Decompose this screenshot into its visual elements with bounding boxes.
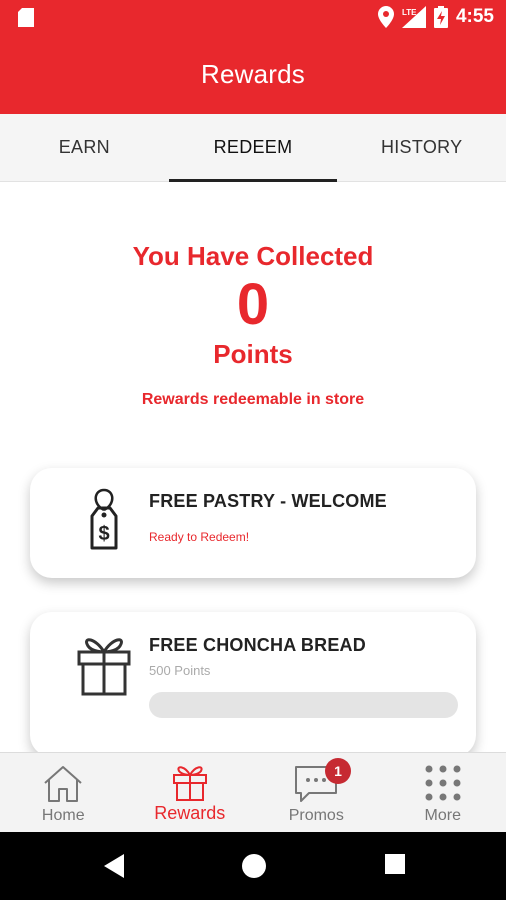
bottom-nav: Home Rewards 1 Promos More xyxy=(0,752,506,832)
redeem-note: Rewards redeemable in store xyxy=(141,391,365,408)
nav-home[interactable]: Home xyxy=(0,753,127,832)
app-bar: Rewards xyxy=(0,34,506,114)
gift-icon xyxy=(77,638,131,696)
nav-promos-label: Promos xyxy=(288,807,344,824)
points-heading: You Have Collected xyxy=(132,241,374,271)
back-icon[interactable] xyxy=(104,854,124,878)
status-clock: 4:55 xyxy=(455,6,494,27)
reward-card-free-pastry[interactable]: $ FREE PASTRY - WELCOME Ready to Redeem! xyxy=(30,468,476,578)
location-pin-icon xyxy=(377,6,394,28)
tab-bar: EARN REDEEM HISTORY xyxy=(0,114,506,182)
reward-title: FREE CHONCHA BREAD xyxy=(149,635,366,655)
tab-earn-label: EARN xyxy=(58,137,110,157)
gift-icon xyxy=(172,766,207,801)
nav-home-label: Home xyxy=(41,807,85,824)
tab-history[interactable]: HISTORY xyxy=(337,114,506,181)
tab-redeem[interactable]: REDEEM xyxy=(168,114,338,182)
reward-progress-bar xyxy=(149,692,458,718)
tab-earn[interactable]: EARN xyxy=(0,114,169,181)
network-type-label: LTE xyxy=(402,8,417,17)
battery-charging-icon xyxy=(433,6,448,28)
points-summary: You Have Collected 0 Points Rewards rede… xyxy=(0,236,506,409)
tab-history-label: HISTORY xyxy=(380,137,463,157)
promos-badge: 1 xyxy=(325,758,351,784)
reward-points-required: 500 Points xyxy=(149,663,211,678)
reward-title: FREE PASTRY - WELCOME xyxy=(149,491,387,511)
recents-icon[interactable] xyxy=(385,854,405,874)
points-count: 0 xyxy=(236,272,270,337)
home-circle-icon[interactable] xyxy=(242,854,266,878)
status-icons: LTE 4:55 xyxy=(377,5,494,29)
price-tag-icon: $ xyxy=(90,488,118,550)
nav-more-label: More xyxy=(424,807,461,824)
grid-dots-icon xyxy=(425,765,461,801)
tab-redeem-label: REDEEM xyxy=(213,137,293,157)
nav-rewards-label: Rewards xyxy=(154,803,226,823)
page-title: Rewards xyxy=(201,58,305,89)
reward-status: Ready to Redeem! xyxy=(149,530,250,544)
nav-rewards[interactable]: Rewards xyxy=(127,753,254,832)
home-icon xyxy=(44,766,82,802)
signal-icon: LTE xyxy=(401,6,426,28)
nav-more[interactable]: More xyxy=(380,753,506,832)
points-unit: Points xyxy=(213,339,293,369)
nav-promos[interactable]: 1 Promos xyxy=(253,753,380,832)
svg-text:$: $ xyxy=(98,523,109,545)
sd-card-icon xyxy=(18,8,34,27)
system-nav-bar xyxy=(0,832,506,900)
status-bar: LTE 4:55 xyxy=(0,0,506,34)
reward-card-free-choncha-bread[interactable]: FREE CHONCHA BREAD 500 Points xyxy=(30,612,476,757)
